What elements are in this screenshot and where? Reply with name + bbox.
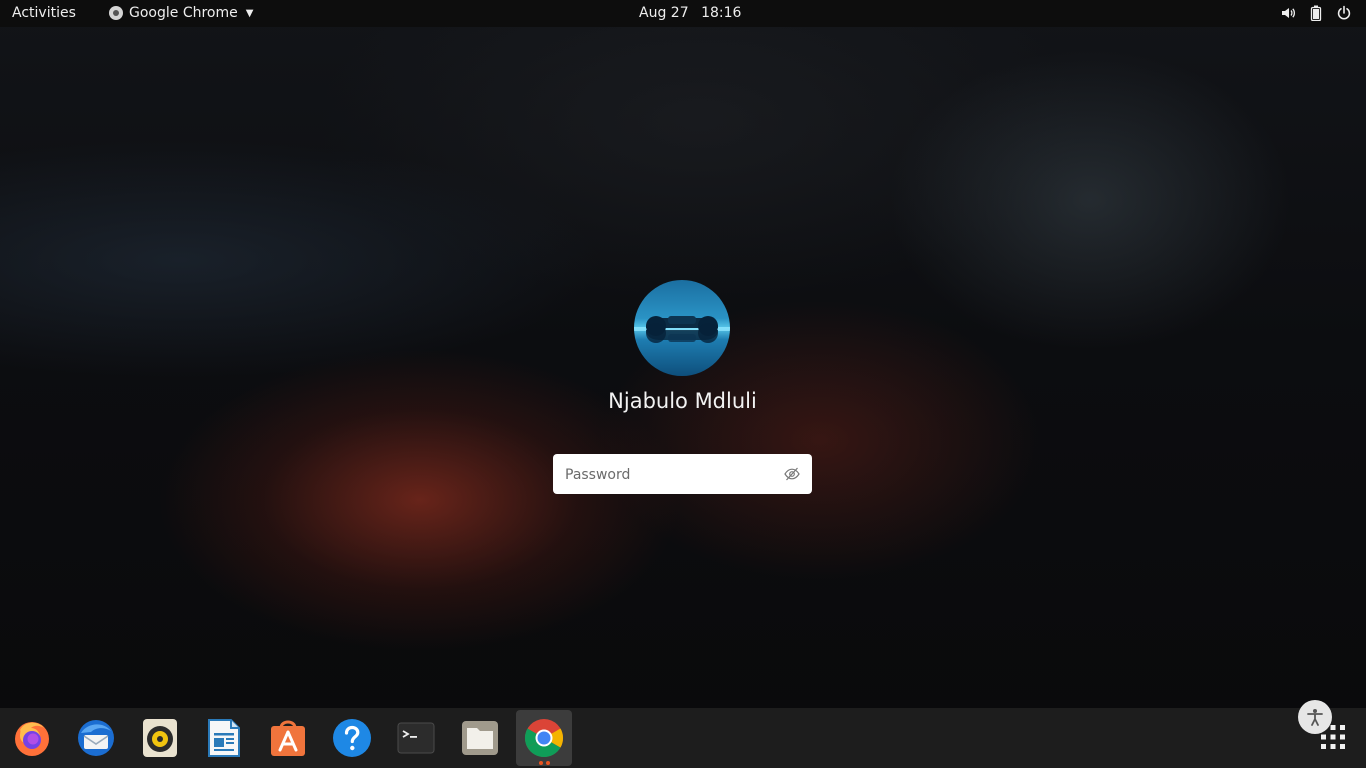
- ubuntu-software-icon: [271, 720, 305, 756]
- lock-screen: Activities Google Chrome ▼ Aug 27 18:16: [0, 0, 1366, 768]
- accessibility-icon: [1307, 709, 1323, 726]
- firefox-icon: [15, 722, 49, 756]
- chrome-icon: [524, 719, 564, 758]
- help-icon: [333, 719, 371, 757]
- power-icon: [1337, 5, 1351, 20]
- dock-item-files[interactable]: [452, 710, 508, 766]
- clock-date: Aug 27: [639, 5, 689, 21]
- user-name: Njabulo Mdluli: [608, 389, 757, 413]
- dock-item-terminal[interactable]: [388, 710, 444, 766]
- dropdown-caret-icon: ▼: [245, 7, 254, 19]
- password-input[interactable]: [563, 454, 777, 496]
- app-menu[interactable]: Google Chrome ▼: [109, 5, 253, 21]
- dock-item-rhythmbox[interactable]: [132, 710, 188, 766]
- top-bar: Activities Google Chrome ▼ Aug 27 18:16: [0, 0, 1366, 27]
- files-icon: [462, 721, 498, 755]
- clock-time: 18:16: [701, 5, 742, 21]
- dock-item-libreoffice-writer[interactable]: [196, 710, 252, 766]
- rhythmbox-icon: [143, 719, 177, 757]
- chrome-icon: [109, 6, 123, 20]
- volume-icon: [1282, 8, 1296, 18]
- dock: [0, 708, 1366, 768]
- app-menu-label: Google Chrome: [129, 5, 238, 21]
- system-tray[interactable]: [1280, 5, 1352, 21]
- accessibility-button[interactable]: [1298, 700, 1332, 734]
- battery-icon: [1310, 5, 1322, 21]
- terminal-icon: [397, 722, 435, 754]
- dock-item-ubuntu-software[interactable]: [260, 710, 316, 766]
- dock-item-chrome[interactable]: [516, 710, 572, 766]
- dock-item-firefox[interactable]: [4, 710, 60, 766]
- dock-item-help[interactable]: [324, 710, 380, 766]
- running-indicator: [539, 761, 550, 765]
- password-field[interactable]: [553, 454, 812, 496]
- libreoffice-writer-icon: [208, 719, 240, 757]
- activities-button[interactable]: Activities: [12, 5, 76, 21]
- hide-password-icon[interactable]: [784, 466, 800, 482]
- thunderbird-icon: [78, 720, 114, 756]
- dock-item-thunderbird[interactable]: [68, 710, 124, 766]
- clock[interactable]: Aug 27 18:16: [639, 5, 741, 21]
- user-avatar: [634, 280, 730, 376]
